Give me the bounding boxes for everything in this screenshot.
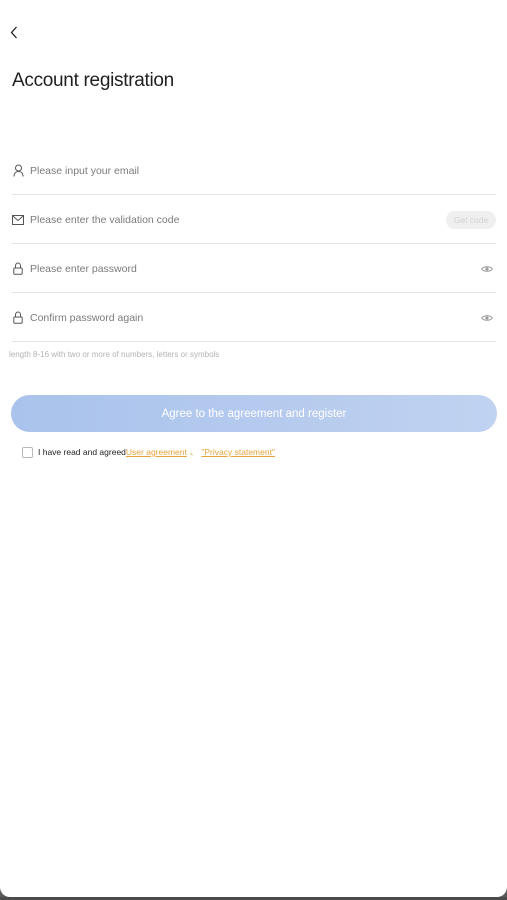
code-field-row: Get code: [12, 196, 496, 244]
confirm-password-input[interactable]: [30, 294, 410, 341]
agreement-checkbox[interactable]: [22, 446, 33, 458]
privacy-statement-link[interactable]: "Privacy statement": [201, 447, 275, 457]
confirm-password-field-row: [12, 294, 496, 342]
email-input[interactable]: [30, 147, 410, 194]
agreement-row: I have read and agreed User agreement 、 …: [22, 446, 275, 458]
user-icon: [12, 164, 24, 178]
chevron-left-icon: [10, 26, 17, 38]
page-title: Account registration: [12, 70, 174, 91]
lock-icon: [12, 262, 24, 276]
password-hint: length 8-16 with two or more of numbers,…: [9, 350, 220, 359]
validation-code-input[interactable]: [30, 196, 410, 243]
eye-icon[interactable]: [481, 264, 493, 274]
lock-icon: [12, 311, 24, 325]
agreement-prefix: I have read and agreed: [38, 447, 126, 457]
eye-icon[interactable]: [481, 313, 493, 323]
get-code-button[interactable]: Get code: [446, 210, 496, 229]
email-field-row: [12, 147, 496, 195]
mail-icon: [12, 213, 24, 227]
registration-screen: Account registration Get code: [0, 0, 507, 897]
password-input[interactable]: [30, 245, 410, 292]
password-field-row: [12, 245, 496, 293]
register-button[interactable]: Agree to the agreement and register: [11, 395, 497, 432]
user-agreement-link[interactable]: User agreement: [126, 447, 187, 457]
back-button[interactable]: [4, 20, 24, 44]
agreement-separator: 、: [189, 447, 199, 457]
